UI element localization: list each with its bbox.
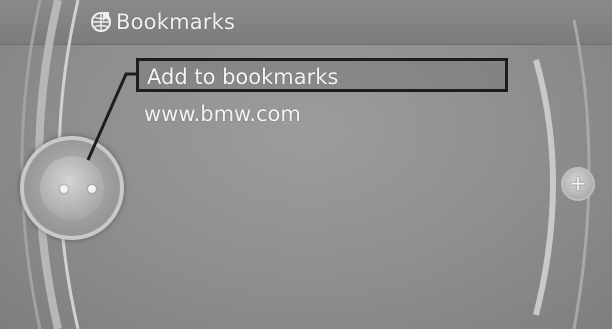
controller-knob[interactable] bbox=[20, 136, 124, 240]
plus-icon: + bbox=[569, 171, 587, 195]
menu-item-label: Add to bookmarks bbox=[147, 65, 339, 89]
menu-item-label: www.bmw.com bbox=[144, 102, 301, 126]
menu-item-add-to-bookmarks[interactable]: Add to bookmarks bbox=[136, 58, 508, 92]
plus-button[interactable]: + bbox=[561, 167, 595, 201]
controller-left-dot bbox=[60, 185, 68, 193]
idrive-screen: Bookmarks + Add to bookmarks www.bmw.com bbox=[0, 0, 612, 329]
page-title: Bookmarks bbox=[116, 10, 236, 34]
right-scroll-arc bbox=[533, 19, 591, 329]
controller-right-dot bbox=[88, 185, 96, 193]
menu-item-bookmark-link[interactable]: www.bmw.com bbox=[136, 98, 508, 132]
